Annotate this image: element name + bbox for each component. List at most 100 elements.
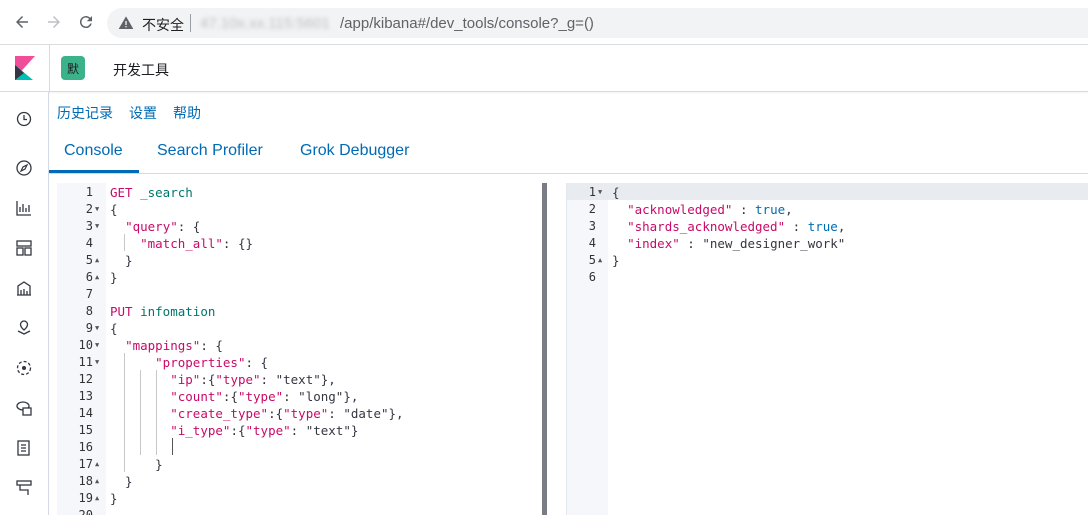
line-number: 18 <box>78 474 93 488</box>
clock-icon[interactable] <box>15 110 33 128</box>
line-number: 3 <box>588 219 596 233</box>
line-number: 10 <box>78 338 93 352</box>
ml-icon[interactable] <box>15 359 33 377</box>
line-number: 1 <box>85 185 93 199</box>
line-number: 8 <box>85 304 93 318</box>
line-number: 5 <box>588 253 596 267</box>
forward-icon[interactable] <box>44 12 64 32</box>
dev-tools-tabs: Console Search Profiler Grok Debugger <box>49 130 1088 174</box>
line-number: 4 <box>85 236 93 250</box>
line-number: 13 <box>78 389 93 403</box>
fold-close-icon[interactable]: ▲ <box>95 269 99 286</box>
space-avatar[interactable]: 默 <box>61 56 85 80</box>
logs-icon[interactable] <box>15 439 33 457</box>
fold-open-icon[interactable]: ▼ <box>95 218 99 235</box>
app-title: 开发工具 <box>113 63 169 79</box>
code-line: "mappings": { <box>125 338 223 353</box>
line-number: 2 <box>588 202 596 216</box>
line-number: 4 <box>588 236 596 250</box>
fold-close-icon[interactable]: ▲ <box>95 490 99 507</box>
canvas-icon[interactable] <box>15 279 33 297</box>
code-line: "index" : "new_designer_work" <box>627 236 846 251</box>
infra-icon[interactable] <box>15 399 33 417</box>
code-line: "properties": { <box>155 355 269 370</box>
side-nav <box>0 92 49 515</box>
fold-open-icon[interactable]: ▼ <box>95 337 99 354</box>
line-number: 1 <box>588 185 596 199</box>
code-line: "shards_acknowledged" : true, <box>627 219 846 234</box>
code-line: "i_type":{"type": "text"} <box>170 423 359 438</box>
code-line: "create_type":{"type": "date"}, <box>170 406 404 421</box>
indent-guide <box>124 234 125 251</box>
fold-open-icon[interactable]: ▼ <box>95 201 99 218</box>
url-host: 47.10x.xx.115:5601 <box>200 15 330 32</box>
help-link[interactable]: 帮助 <box>173 103 201 123</box>
line-number: 14 <box>78 406 93 420</box>
header-divider <box>49 45 50 92</box>
code-line: { <box>110 202 118 217</box>
address-separator <box>190 14 191 32</box>
code-line: } <box>110 457 163 472</box>
code-line: "query": { <box>125 219 201 234</box>
kibana-header: 默 开发工具 <box>0 45 1088 92</box>
fold-open-icon[interactable]: ▼ <box>95 354 99 371</box>
line-number: 3 <box>85 219 93 233</box>
fold-close-icon[interactable]: ▲ <box>598 252 602 269</box>
apm-icon[interactable] <box>15 479 33 497</box>
fold-open-icon[interactable]: ▼ <box>95 320 99 337</box>
warning-icon[interactable] <box>118 15 134 31</box>
line-number: 6 <box>588 270 596 284</box>
kibana-logo-icon[interactable] <box>15 56 35 80</box>
code-line: } <box>110 474 133 489</box>
text-cursor <box>172 438 173 455</box>
code-line: } <box>110 491 118 506</box>
line-number: 16 <box>78 440 93 454</box>
line-number: 20 <box>78 508 93 515</box>
line-number: 6 <box>85 270 93 284</box>
insecure-label: 不安全 <box>142 18 184 34</box>
code-line: } <box>612 253 620 268</box>
fold-close-icon[interactable]: ▲ <box>95 473 99 490</box>
fold-close-icon[interactable]: ▲ <box>95 456 99 473</box>
code-line: "count":{"type": "long"}, <box>170 389 359 404</box>
top-links: 历史记录 设置 帮助 <box>57 103 201 123</box>
fold-open-icon[interactable]: ▼ <box>598 184 602 201</box>
line-number: 17 <box>78 457 93 471</box>
code-line: { <box>110 321 118 336</box>
url-path: /app/kibana#/dev_tools/console?_g=() <box>340 15 594 32</box>
line-number: 19 <box>78 491 93 505</box>
fold-close-icon[interactable]: ▲ <box>95 252 99 269</box>
tab-search-profiler[interactable]: Search Profiler <box>157 142 263 160</box>
active-tab-underline <box>49 170 139 173</box>
indent-guide <box>140 370 141 455</box>
line-number: 7 <box>85 287 93 301</box>
pane-resizer[interactable] <box>542 183 547 515</box>
code-line: "ip":{"type": "text"}, <box>170 372 336 387</box>
settings-link[interactable]: 设置 <box>129 103 157 123</box>
dashboard-icon[interactable] <box>15 239 33 257</box>
tab-grok-debugger[interactable]: Grok Debugger <box>300 142 409 160</box>
maps-icon[interactable] <box>15 319 33 337</box>
line-number: 11 <box>78 355 93 369</box>
active-line-highlight <box>567 183 1088 200</box>
code-line: GET _search <box>110 185 193 200</box>
code-line: "match_all": {} <box>140 236 254 251</box>
compass-icon[interactable] <box>15 159 33 177</box>
visualize-icon[interactable] <box>15 199 33 217</box>
line-number: 12 <box>78 372 93 386</box>
history-link[interactable]: 历史记录 <box>57 103 113 123</box>
indent-guide <box>156 370 157 455</box>
code-line: "acknowledged" : true, <box>627 202 793 217</box>
reload-icon[interactable] <box>76 12 96 32</box>
line-number: 2 <box>85 202 93 216</box>
tab-console[interactable]: Console <box>64 142 123 160</box>
code-line: } <box>110 270 118 285</box>
code-line: } <box>110 253 133 268</box>
browser-toolbar: 不安全 47.10x.xx.115:5601 /app/kibana#/dev_… <box>0 0 1088 45</box>
indent-guide <box>124 353 125 472</box>
code-line: { <box>612 185 620 200</box>
back-icon[interactable] <box>12 12 32 32</box>
code-line: PUT infomation <box>110 304 216 319</box>
line-number: 9 <box>85 321 93 335</box>
line-number: 15 <box>78 423 93 437</box>
